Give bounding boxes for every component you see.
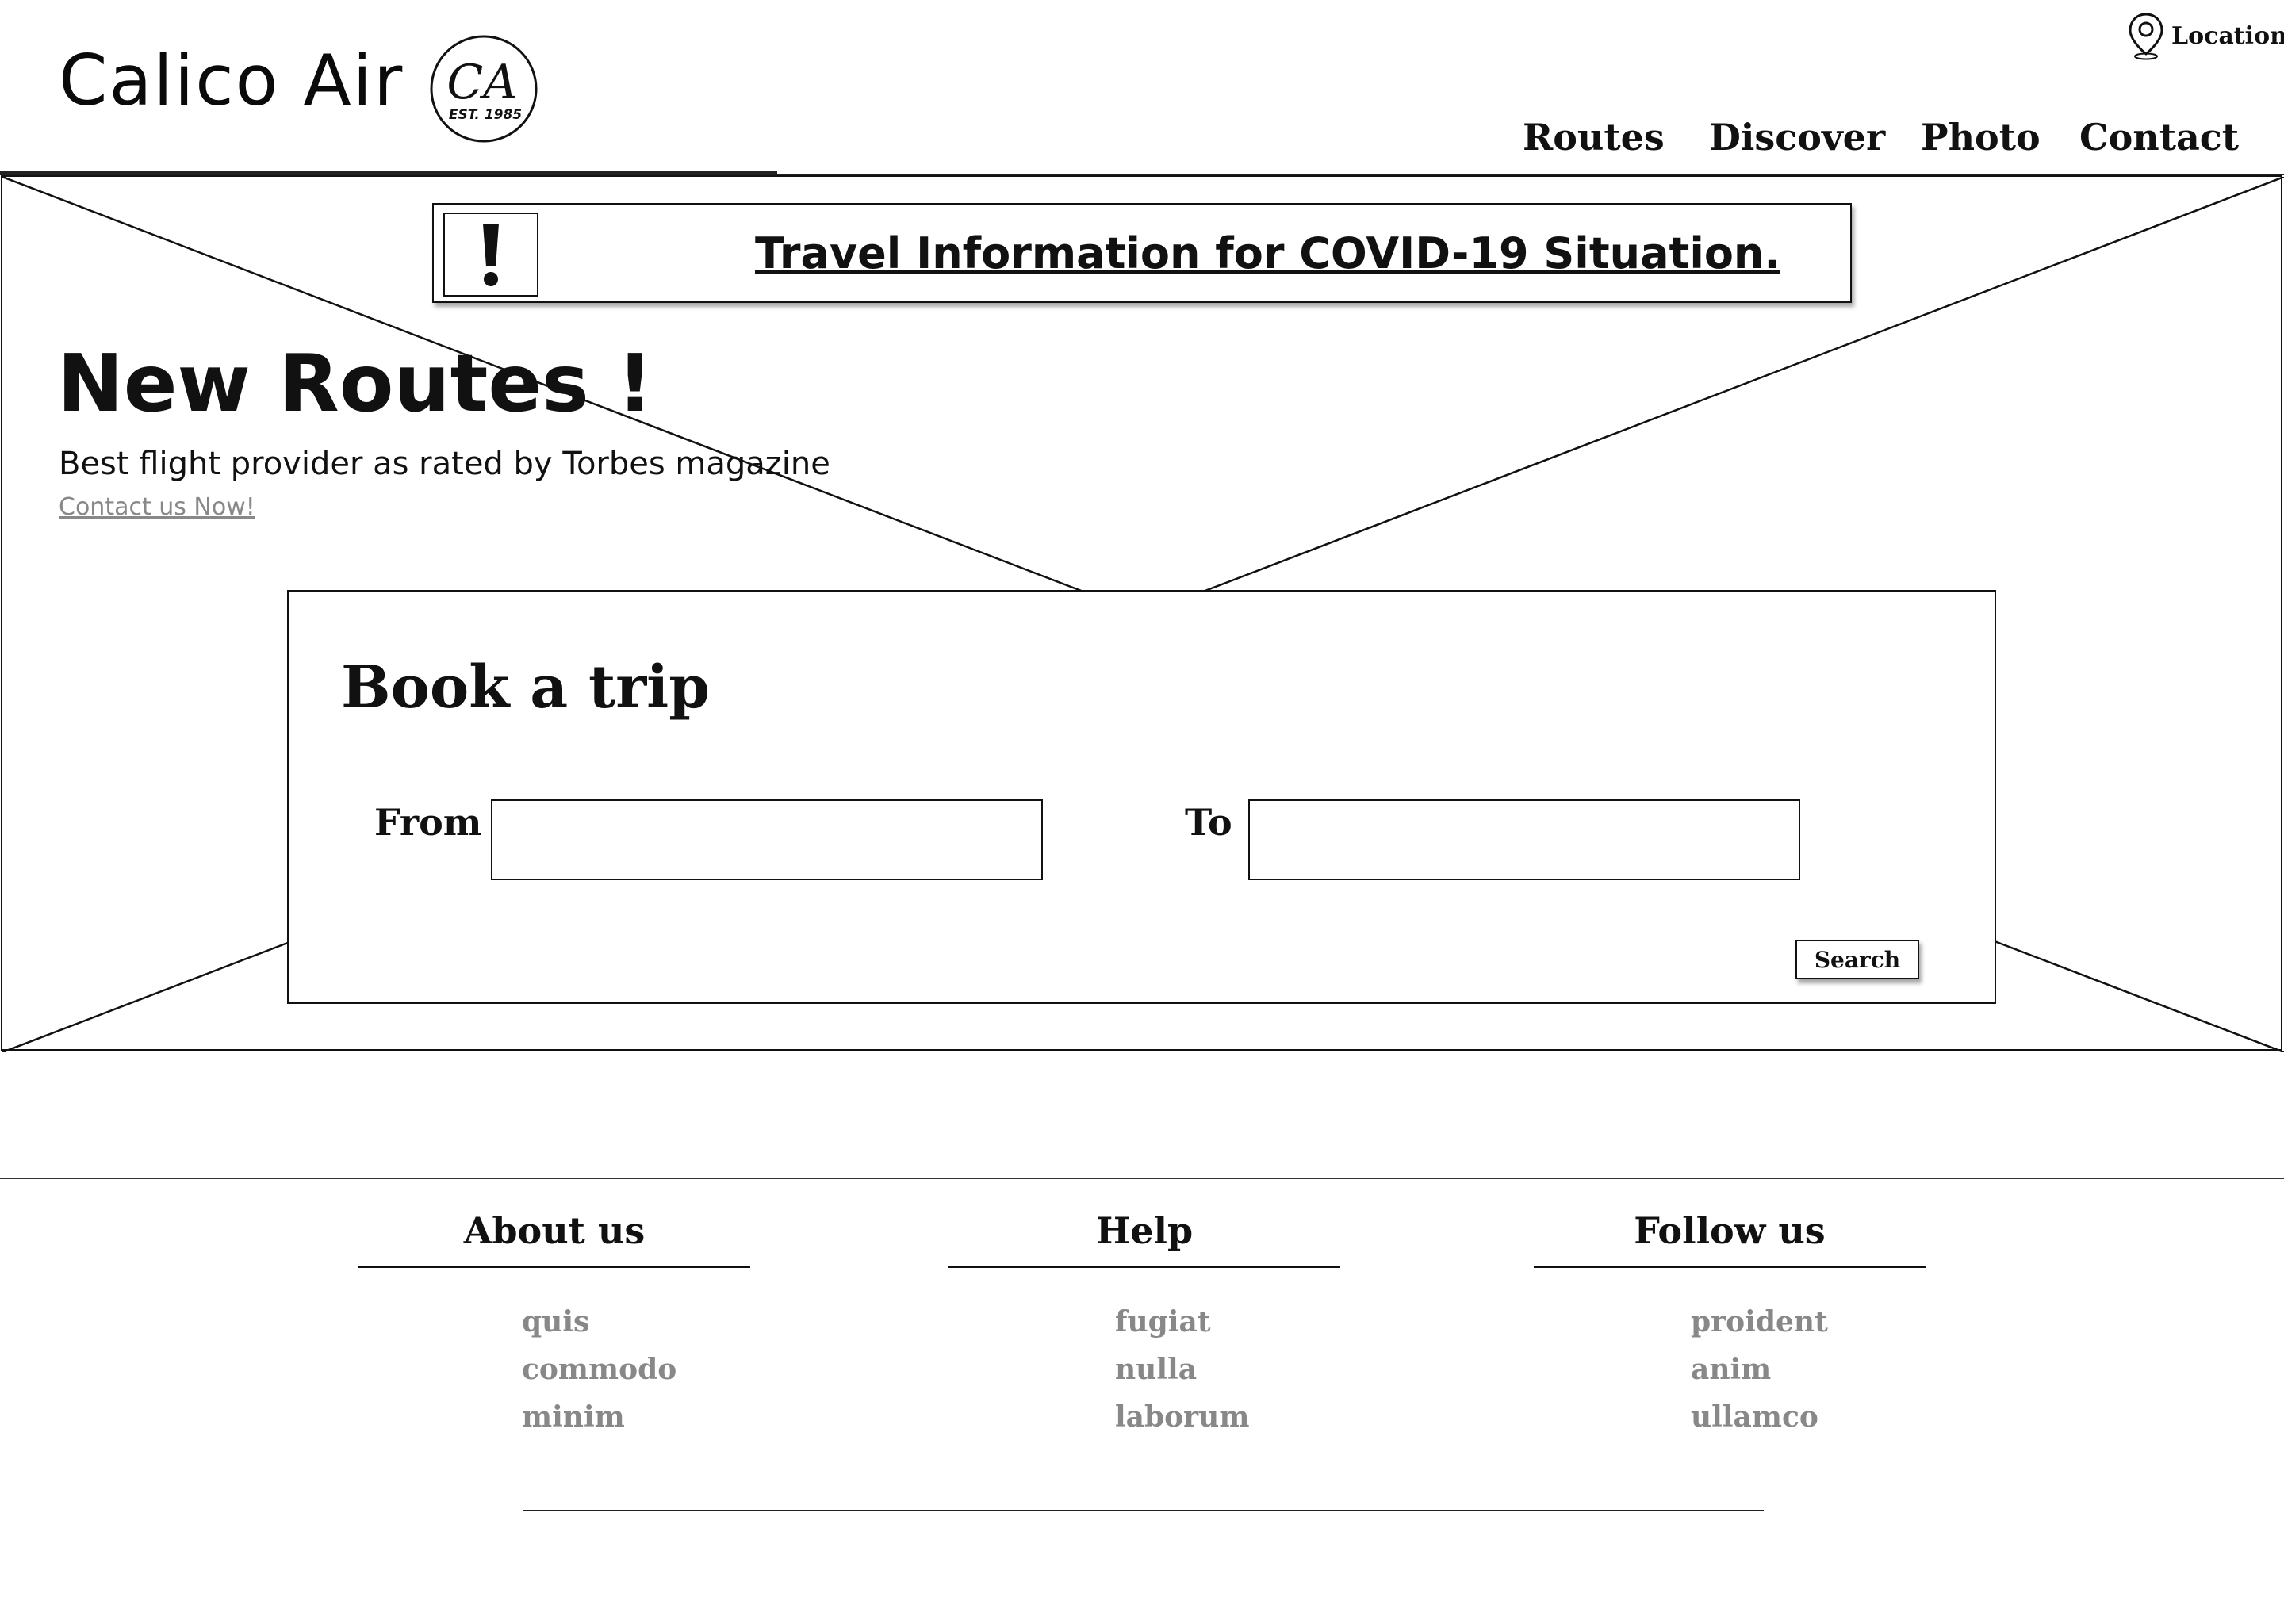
location-link[interactable]: Location	[2125, 11, 2284, 60]
nav-item-photo[interactable]: Photo	[1921, 116, 2041, 159]
to-input[interactable]	[1248, 799, 1800, 880]
footer-link[interactable]: proident	[1691, 1298, 1828, 1346]
footer-link[interactable]: nulla	[1115, 1346, 1249, 1393]
hero-subtitle: Best flight provider as rated by Torbes …	[59, 446, 830, 482]
footer-link[interactable]: quis	[522, 1298, 676, 1346]
search-button[interactable]: Search	[1795, 940, 1919, 979]
covid-alert-banner[interactable]: Travel Information for COVID-19 Situatio…	[432, 203, 1852, 303]
footer-heading-help: Help	[1095, 1209, 1194, 1252]
footer-heading-rule	[1534, 1266, 1926, 1268]
exclamation-icon	[483, 224, 499, 286]
nav-item-discover[interactable]: Discover	[1709, 116, 1885, 159]
location-label: Location	[2171, 21, 2284, 50]
footer-links-follow: proident anim ullamco	[1691, 1298, 1828, 1441]
nav-item-contact[interactable]: Contact	[2079, 116, 2239, 159]
footer-heading-rule	[358, 1266, 750, 1268]
seal-monogram: CA	[446, 55, 517, 110]
map-pin-icon	[2129, 13, 2163, 60]
footer-heading-follow: Follow us	[1634, 1209, 1826, 1252]
footer-link[interactable]: anim	[1691, 1346, 1828, 1393]
footer-divider	[0, 1178, 2284, 1179]
contact-us-link[interactable]: Contact us Now!	[59, 493, 255, 521]
covid-alert-text[interactable]: Travel Information for COVID-19 Situatio…	[755, 228, 1780, 278]
from-input[interactable]	[491, 799, 1043, 880]
footer-link[interactable]: laborum	[1115, 1393, 1249, 1441]
alert-icon-box	[443, 213, 538, 297]
brand-name[interactable]: Calico Air	[59, 46, 404, 116]
footer-link[interactable]: fugiat	[1115, 1298, 1249, 1346]
footer-heading-about: About us	[463, 1209, 646, 1252]
booking-panel: Book a trip From To Search	[287, 590, 1996, 1004]
booking-title: Book a trip	[341, 653, 711, 722]
from-label: From	[374, 801, 482, 844]
nav-item-routes[interactable]: Routes	[1523, 116, 1665, 159]
footer-links-about: quis commodo minim	[522, 1298, 676, 1441]
footer-link[interactable]: minim	[522, 1393, 676, 1441]
footer-link[interactable]: commodo	[522, 1346, 676, 1393]
footer-link[interactable]: ullamco	[1691, 1393, 1828, 1441]
main-nav: Routes Discover Photo Contact	[0, 116, 2284, 163]
hero-title: New Routes !	[57, 337, 653, 430]
footer-links-help: fugiat nulla laborum	[1115, 1298, 1249, 1441]
to-label: To	[1185, 801, 1232, 844]
footer-heading-rule	[948, 1266, 1340, 1268]
footer-bottom-rule	[523, 1510, 1764, 1511]
